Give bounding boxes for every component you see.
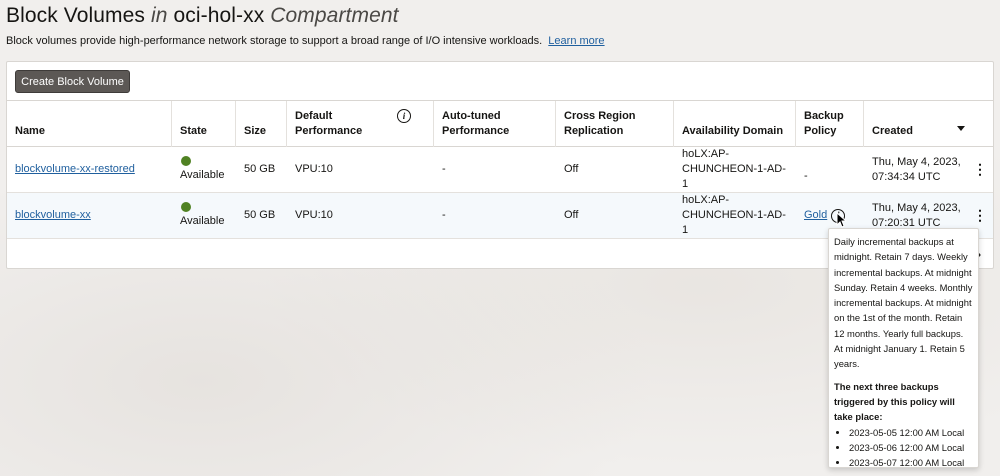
col-created-label: Created [872, 125, 913, 137]
col-state[interactable]: State [172, 101, 236, 147]
created-cell: Thu, May 4, 2023, 07:34:34 UTC [872, 155, 961, 183]
size-cell: 50 GB [244, 209, 276, 221]
col-created[interactable]: Created [864, 101, 993, 147]
list-item: 2023-05-07 12:00 AM Local [849, 455, 973, 470]
status-dot-icon [181, 202, 191, 212]
title-compartment: oci-hol-xx [173, 4, 265, 27]
default-performance-cell: VPU:10 [295, 209, 333, 221]
availability-domain-cell: hoLX:AP-CHUNCHEON-1-AD-1 [682, 194, 786, 236]
create-block-volume-button[interactable]: Create Block Volume [15, 70, 130, 93]
title-suffix: Compartment [270, 4, 399, 27]
col-auto-tuned[interactable]: Auto-tuned Performance [434, 101, 556, 147]
title-in: in [150, 4, 168, 27]
auto-tuned-cell: - [442, 209, 446, 221]
tooltip-policy-text: Daily incremental backups at midnight. R… [834, 236, 973, 370]
col-cross-region[interactable]: Cross Region Replication [556, 101, 674, 147]
title-main: Block Volumes [6, 4, 146, 27]
backup-policy-cell: - [804, 170, 808, 182]
table-row: blockvolume-xx-restored Available 50 GB … [7, 147, 993, 193]
list-item: 2023-05-06 12:00 AM Local [849, 440, 973, 455]
volume-name-link[interactable]: blockvolume-xx-restored [15, 162, 135, 177]
cross-region-cell: Off [564, 163, 579, 175]
sort-desc-icon[interactable] [957, 126, 965, 131]
page-description: Block volumes provide high-performance n… [6, 35, 605, 47]
col-default-performance[interactable]: Default Performance i [287, 101, 434, 147]
volume-name-link[interactable]: blockvolume-xx [15, 208, 91, 223]
state-cell: Available [172, 193, 236, 238]
next-backups-list: 2023-05-05 12:00 AM Local 2023-05-06 12:… [849, 425, 973, 471]
col-backup-policy[interactable]: Backup Policy [796, 101, 864, 147]
default-performance-cell: VPU:10 [295, 163, 333, 175]
row-actions-kebab-icon[interactable]: ⋮ [973, 147, 987, 192]
backup-policy-tooltip: Daily incremental backups at midnight. R… [828, 228, 979, 468]
info-icon[interactable]: i [397, 109, 411, 123]
col-default-performance-label: Default Performance [295, 110, 363, 137]
auto-tuned-cell: - [442, 163, 446, 175]
page-title: Block Volumes in oci-hol-xx Compartment [6, 4, 399, 28]
state-text: Available [180, 215, 225, 227]
state-cell: Available [172, 147, 236, 192]
table-header: Name State Size Default Performance i Au… [7, 100, 993, 147]
col-size[interactable]: Size [236, 101, 287, 147]
learn-more-link[interactable]: Learn more [548, 35, 604, 47]
size-cell: 50 GB [244, 163, 276, 175]
col-availability-domain[interactable]: Availability Domain [674, 101, 796, 147]
backup-policy-link[interactable]: Gold [804, 208, 827, 223]
list-item: 2023-05-05 12:00 AM Local [849, 425, 973, 440]
description-text: Block volumes provide high-performance n… [6, 35, 543, 47]
availability-domain-cell: hoLX:AP-CHUNCHEON-1-AD-1 [682, 148, 786, 190]
status-dot-icon [181, 156, 191, 166]
state-text: Available [180, 169, 225, 181]
mouse-cursor-icon [836, 212, 847, 228]
col-name[interactable]: Name [7, 101, 172, 147]
cross-region-cell: Off [564, 209, 579, 221]
tooltip-next-heading: The next three backups triggered by this… [834, 380, 955, 423]
